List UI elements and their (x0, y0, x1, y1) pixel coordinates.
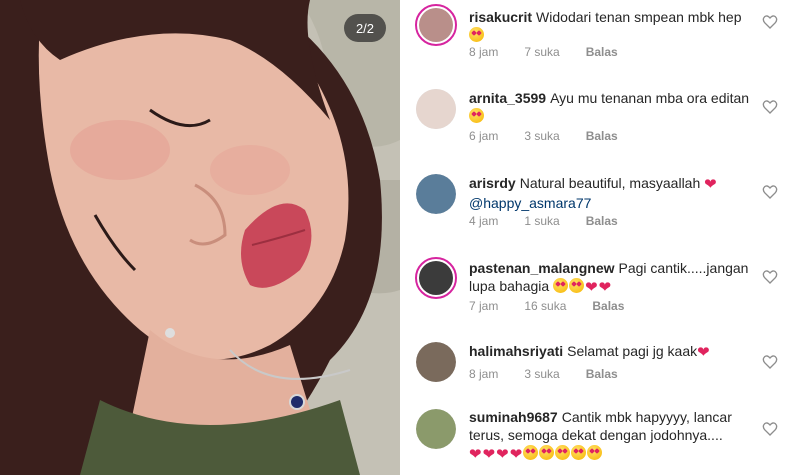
comment-body: Selamat pagi jg kaak (567, 343, 698, 359)
avatar[interactable] (416, 342, 456, 382)
comment-username[interactable]: arnita_3599 (469, 90, 546, 106)
comment-likes[interactable]: 3 suka (524, 129, 559, 143)
comment-text: risakucrit Widodari tenan smpean mbk hep (469, 8, 759, 44)
reply-button[interactable]: Balas (586, 214, 618, 228)
comment-text: pastenan_malangnew Pagi cantik.....jangan… (469, 259, 759, 297)
comment-likes[interactable]: 16 suka (524, 299, 566, 313)
red-heart-icon: ❤ (704, 176, 717, 193)
post-photo[interactable]: 2/2 (0, 0, 400, 475)
comment-username[interactable]: halimahsriyati (469, 343, 563, 359)
comment-mention[interactable]: @happy_asmara77 (469, 195, 591, 211)
like-heart-icon[interactable] (762, 14, 778, 30)
comment-text: suminah9687 Cantik mbk hapyyyy, lancar te… (469, 408, 759, 464)
red-heart-icon: ❤ (482, 446, 496, 463)
avatar[interactable] (416, 174, 456, 214)
comment-username[interactable]: arisrdy (469, 175, 516, 191)
smiling-face-heart-eyes-icon (587, 445, 603, 460)
like-heart-icon[interactable] (762, 99, 778, 115)
comment-time: 8 jam (469, 45, 499, 59)
like-heart-icon[interactable] (762, 421, 778, 437)
comment-time: 7 jam (469, 299, 499, 313)
image-counter-badge: 2/2 (344, 14, 386, 42)
avatar[interactable] (416, 89, 456, 129)
red-heart-icon: ❤ (509, 446, 523, 463)
comment-time: 8 jam (469, 367, 499, 381)
comment-username[interactable]: pastenan_malangnew (469, 260, 615, 276)
red-heart-icon: ❤ (697, 344, 710, 361)
avatar[interactable] (415, 257, 457, 299)
comment-text: halimahsriyati Selamat pagi jg kaak❤ (469, 342, 759, 362)
comment-meta: 4 jam 1 suka Balas (469, 214, 644, 228)
comment-body: Widodari tenan smpean mbk hep (536, 9, 742, 25)
comment-meta: 6 jam 3 suka Balas (469, 129, 644, 143)
avatar[interactable] (416, 409, 456, 449)
reply-button[interactable]: Balas (592, 299, 624, 313)
comment-body: Natural beautiful, masyaallah (519, 175, 701, 191)
comment-body: Ayu mu tenanan mba ora editan (550, 90, 750, 106)
like-heart-icon[interactable] (762, 269, 778, 285)
comment-likes[interactable]: 3 suka (524, 367, 559, 381)
smiling-face-heart-eyes-icon (523, 445, 539, 460)
red-heart-icon: ❤ (469, 446, 482, 463)
smiling-face-heart-eyes-icon (569, 278, 585, 293)
smiling-face-heart-eyes-icon (571, 445, 587, 460)
comment-meta: 8 jam 7 suka Balas (469, 45, 644, 59)
avatar[interactable] (415, 4, 457, 46)
smiling-face-heart-eyes-icon (539, 445, 555, 460)
comment-meta: 7 jam 16 suka Balas (469, 299, 650, 313)
photo-illustration (0, 0, 400, 475)
smiling-face-heart-eyes-icon (469, 108, 484, 123)
like-heart-icon[interactable] (762, 354, 778, 370)
comment-likes[interactable]: 7 suka (524, 45, 559, 59)
comment-meta: 8 jam 3 suka Balas (469, 367, 644, 381)
smiling-face-heart-eyes-icon (553, 278, 569, 293)
reply-button[interactable]: Balas (586, 129, 618, 143)
comments-list: risakucrit Widodari tenan smpean mbk hep … (400, 0, 800, 475)
smiling-face-heart-eyes-icon (555, 445, 571, 460)
comment-time: 4 jam (469, 214, 499, 228)
red-heart-icon: ❤ (598, 279, 612, 296)
smiling-face-heart-eyes-icon (469, 27, 484, 42)
comment-username[interactable]: suminah9687 (469, 409, 558, 425)
red-heart-icon: ❤ (585, 279, 598, 296)
reply-button[interactable]: Balas (586, 45, 618, 59)
red-heart-icon: ❤ (496, 446, 509, 463)
comment-text: arisrdy Natural beautiful, masyaallah ❤ @… (469, 174, 759, 212)
comment-time: 6 jam (469, 129, 499, 143)
comment-username[interactable]: risakucrit (469, 9, 532, 25)
like-heart-icon[interactable] (762, 184, 778, 200)
comment-likes[interactable]: 1 suka (524, 214, 559, 228)
comment-text: arnita_3599 Ayu mu tenanan mba ora editan (469, 89, 759, 125)
reply-button[interactable]: Balas (586, 367, 618, 381)
